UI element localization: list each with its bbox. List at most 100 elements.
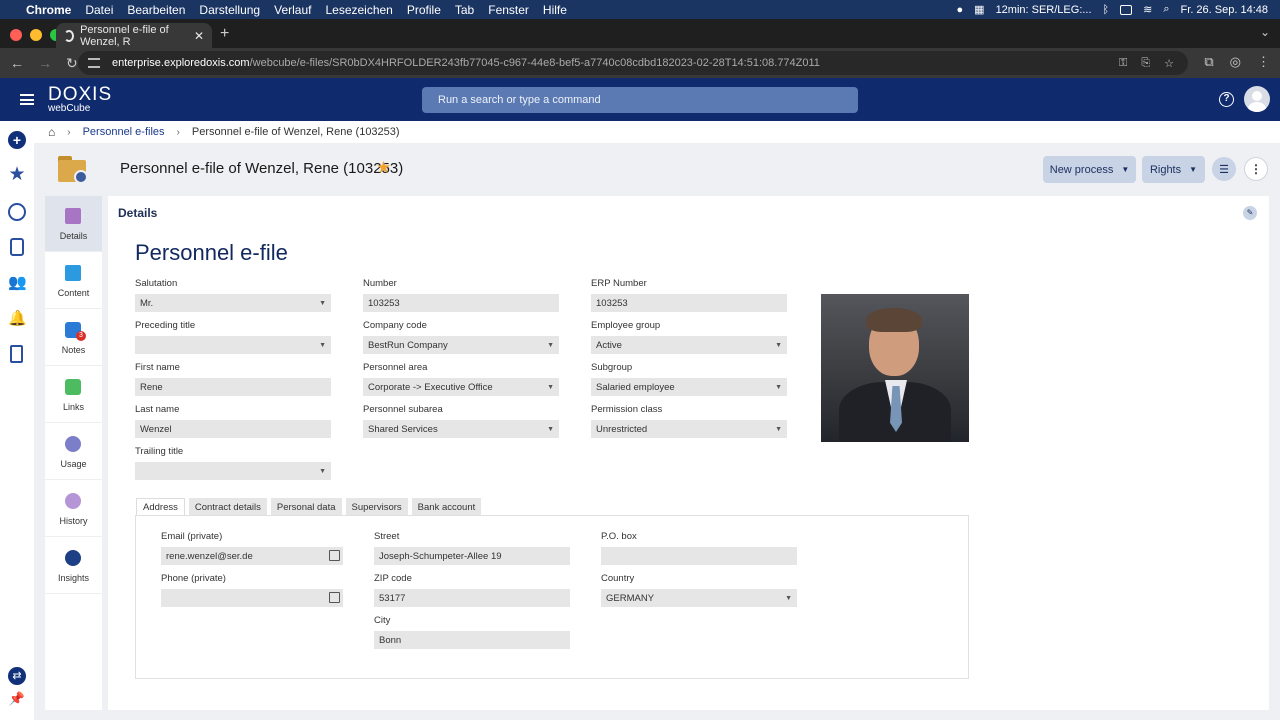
forward-arrow-icon[interactable]: →: [38, 55, 52, 72]
pin-icon[interactable]: 📌: [8, 691, 26, 709]
tasks-clipboard-icon[interactable]: [10, 238, 24, 256]
documents-icon[interactable]: [10, 345, 23, 363]
list-view-icon[interactable]: ☰: [1212, 157, 1236, 181]
link-icon: [65, 379, 81, 395]
tab-contract-details[interactable]: Contract details: [188, 498, 267, 516]
sidenav-item-notes[interactable]: 3 Notes: [45, 310, 102, 366]
country-select[interactable]: GERMANY ▼: [601, 589, 797, 607]
sidenav-item-links[interactable]: Links: [45, 367, 102, 423]
personnel-folder-icon: [58, 156, 88, 184]
translate-icon[interactable]: ⎘: [1141, 57, 1150, 70]
menu-item[interactable]: Profile: [407, 3, 441, 17]
email-field[interactable]: rene.wenzel@ser.de: [161, 547, 343, 565]
tab-bank-account[interactable]: Bank account: [411, 498, 482, 516]
home-icon[interactable]: ⌂: [48, 125, 55, 139]
salutation-select[interactable]: Mr. ▼: [135, 294, 331, 312]
sidenav-item-usage[interactable]: Usage: [45, 424, 102, 480]
street-field[interactable]: Joseph-Schumpeter-Allee 19: [374, 547, 570, 565]
menu-item[interactable]: Fenster: [488, 3, 529, 17]
users-people-icon[interactable]: 👥: [8, 273, 27, 291]
profile-icon[interactable]: ◎: [1230, 54, 1241, 70]
notifications-bell-icon[interactable]: 🔔: [8, 309, 27, 327]
help-icon[interactable]: ?: [1219, 92, 1234, 107]
app-header: DOXIS webCube Run a search or type a com…: [0, 78, 1280, 121]
tab-personal-data[interactable]: Personal data: [270, 498, 342, 516]
permission-class-select[interactable]: Unrestricted ▼: [591, 420, 787, 438]
user-avatar[interactable]: [1244, 86, 1270, 112]
menu-item[interactable]: Datei: [85, 3, 113, 17]
menu-item[interactable]: Darstellung: [199, 3, 260, 17]
favorites-star-icon[interactable]: ★: [8, 165, 26, 184]
preceding-title-select[interactable]: ▼: [135, 336, 331, 354]
subgroup-select[interactable]: Salaried employee ▼: [591, 378, 787, 396]
last-name-field[interactable]: Wenzel: [135, 420, 331, 438]
menu-app-name[interactable]: Chrome: [26, 3, 71, 17]
employee-photo: [821, 294, 969, 442]
company-code-select[interactable]: BestRun Company ▼: [363, 336, 559, 354]
tab-supervisors[interactable]: Supervisors: [345, 498, 408, 516]
back-arrow-icon[interactable]: ←: [10, 55, 24, 72]
extensions-icon[interactable]: ⧉: [1204, 54, 1213, 70]
city-field[interactable]: Bonn: [374, 631, 570, 649]
po-box-field[interactable]: [601, 547, 797, 565]
hamburger-menu-icon[interactable]: [20, 94, 34, 105]
menu-item[interactable]: Lesezeichen: [325, 3, 392, 17]
personnel-area-select[interactable]: Corporate -> Executive Office ▼: [363, 378, 559, 396]
rights-button[interactable]: Rights ▼: [1142, 156, 1205, 183]
bluetooth-icon[interactable]: ᛒ: [1103, 4, 1110, 16]
address-bar[interactable]: enterprise.exploredoxis.com /webcube/e-f…: [78, 51, 1188, 75]
menu-item[interactable]: Verlauf: [274, 3, 311, 17]
new-tab-icon[interactable]: +: [220, 25, 229, 43]
more-options-icon[interactable]: ⋮: [1244, 157, 1268, 181]
create-plus-icon[interactable]: +: [8, 131, 26, 149]
favorite-star-icon[interactable]: ★: [376, 158, 391, 178]
tab-search-chevron-icon[interactable]: ⌄: [1260, 25, 1270, 39]
omnibox-actions: ⚿ ⎘ ☆: [1119, 57, 1174, 70]
sidenav-item-insights[interactable]: Insights: [45, 538, 102, 594]
command-search-input[interactable]: Run a search or type a command: [422, 87, 858, 113]
record-icon[interactable]: ●: [957, 4, 964, 16]
contact-card-icon[interactable]: [329, 550, 340, 561]
wifi-icon[interactable]: ≋: [1143, 3, 1152, 16]
personnel-subarea-select[interactable]: Shared Services ▼: [363, 420, 559, 438]
menu-clock[interactable]: Fr. 26. Sep. 14:48: [1181, 4, 1268, 16]
contact-card-icon[interactable]: [329, 592, 340, 603]
close-window-button[interactable]: [10, 29, 22, 41]
site-settings-icon[interactable]: [88, 58, 100, 68]
chevron-right-icon: ›: [176, 126, 180, 138]
edit-pencil-icon[interactable]: ✎: [1243, 206, 1257, 220]
doxis-logo[interactable]: DOXIS webCube: [48, 85, 112, 114]
employee-group-select[interactable]: Active ▼: [591, 336, 787, 354]
switch-icon[interactable]: ⇄: [8, 667, 26, 685]
browser-tab[interactable]: Personnel e-file of Wenzel, R ✕: [56, 23, 212, 48]
menu-item[interactable]: Tab: [455, 3, 474, 17]
chevron-down-icon: ▼: [547, 425, 554, 433]
recent-clock-icon[interactable]: [8, 203, 26, 221]
number-field[interactable]: 103253: [363, 294, 559, 312]
erp-number-field[interactable]: 103253: [591, 294, 787, 312]
first-name-field[interactable]: Rene: [135, 378, 331, 396]
bookmark-star-icon[interactable]: ☆: [1164, 57, 1174, 70]
chevron-down-icon: ▼: [775, 425, 782, 433]
phone-field[interactable]: [161, 589, 343, 607]
timer-status[interactable]: 12min: SER/LEG:...: [996, 4, 1092, 16]
grid-icon[interactable]: ▦: [974, 3, 984, 16]
search-icon[interactable]: ⌕: [1163, 3, 1169, 16]
password-key-icon[interactable]: ⚿: [1119, 57, 1127, 70]
menu-item[interactable]: Hilfe: [543, 3, 567, 17]
battery-icon[interactable]: [1120, 4, 1133, 15]
minimize-window-button[interactable]: [30, 29, 42, 41]
sidenav-item-history[interactable]: History: [45, 481, 102, 537]
sidenav-item-content[interactable]: Content: [45, 253, 102, 309]
zip-field[interactable]: 53177: [374, 589, 570, 607]
breadcrumb-item[interactable]: Personnel e-files: [83, 126, 165, 138]
sidenav-item-details[interactable]: Details: [45, 196, 102, 252]
close-tab-icon[interactable]: ✕: [194, 29, 204, 43]
chrome-menu-icon[interactable]: ⋮: [1257, 54, 1270, 70]
po-box-label: P.O. box: [601, 531, 637, 542]
trailing-title-select[interactable]: ▼: [135, 462, 331, 480]
new-process-button[interactable]: New process ▼: [1043, 156, 1136, 183]
tab-address[interactable]: Address: [136, 498, 185, 516]
reload-icon[interactable]: ↻: [66, 55, 78, 72]
menu-item[interactable]: Bearbeiten: [127, 3, 185, 17]
